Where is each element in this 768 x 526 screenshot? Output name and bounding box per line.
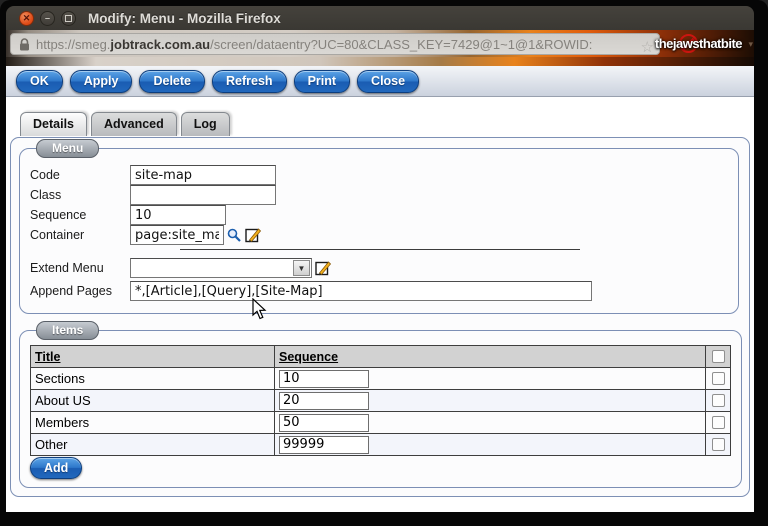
item-title: Other [31,434,275,456]
code-input[interactable] [130,165,276,185]
row-checkbox[interactable] [712,394,725,407]
tab-bar: Details Advanced Log [20,112,230,136]
container-search-icon[interactable] [227,228,242,243]
print-button[interactable]: Print [294,70,350,93]
sequence-row: Sequence [30,205,728,225]
window-maximize-icon[interactable] [61,11,76,26]
container-edit-icon[interactable] [245,227,261,243]
item-sequence-input[interactable] [279,392,369,410]
row-checkbox[interactable] [712,372,725,385]
code-row: Code [30,165,728,185]
bookmark-star-icon[interactable]: ☆ [641,38,654,55]
append-pages-input[interactable] [130,281,592,301]
window-titlebar: ✕ – Modify: Menu - Mozilla Firefox [6,6,754,30]
row-checkbox[interactable] [712,416,725,429]
window-title: Modify: Menu - Mozilla Firefox [88,11,281,26]
items-legend: Items [36,321,99,340]
container-row: Container [30,225,728,245]
title-column-header: Title [31,346,275,368]
details-panel: Menu Code Class Sequence Container [10,137,750,497]
extend-menu-row: Extend Menu ▼ [30,258,728,278]
add-button[interactable]: Add [30,457,82,479]
navigation-bar: https://smeg.jobtrack.com.au/screen/data… [6,30,754,57]
sequence-input[interactable] [130,205,226,225]
class-row: Class [30,185,728,205]
window-minimize-icon[interactable]: – [40,11,55,26]
table-row: Sections [31,368,731,390]
ok-button[interactable]: OK [16,70,63,93]
class-label: Class [30,188,130,202]
url-path: /screen/dataentry?UC=80&CLASS_KEY=7429@1… [210,37,592,52]
table-row: Other [31,434,731,456]
container-input[interactable] [130,225,224,245]
select-all-checkbox[interactable] [712,350,725,363]
container-label: Container [30,228,130,242]
extend-menu-edit-icon[interactable] [315,260,331,276]
tab-details[interactable]: Details [20,112,87,136]
url-bar[interactable]: https://smeg.jobtrack.com.au/screen/data… [10,33,660,55]
menu-section: Menu Code Class Sequence Container [19,148,739,314]
tab-advanced[interactable]: Advanced [91,112,177,136]
sequence-column-header: Sequence [275,346,706,368]
extend-menu-label: Extend Menu [30,261,130,275]
row-checkbox[interactable] [712,438,725,451]
sequence-label: Sequence [30,208,130,222]
section-divider [180,249,580,250]
table-row: About US [31,390,731,412]
append-pages-label: Append Pages [30,284,130,298]
item-sequence-input[interactable] [279,436,369,454]
firefox-window: ✕ – Modify: Menu - Mozilla Firefox https… [0,0,768,526]
append-pages-row: Append Pages [30,281,728,301]
urlbar-dropdown-icon[interactable]: ▾ [748,39,753,50]
persona-theme-strip [6,57,754,66]
extend-menu-select[interactable]: ▼ [130,258,312,278]
persona-text: thejawsthatbite [655,36,742,51]
apply-button[interactable]: Apply [70,70,133,93]
items-section: Items Title Sequence Sections About U [19,330,742,488]
page-content: Details Advanced Log Menu Code Class Seq… [6,97,754,512]
table-row: Members [31,412,731,434]
refresh-button[interactable]: Refresh [212,70,287,93]
url-domain: jobtrack.com.au [110,37,210,52]
lock-icon [19,38,30,51]
tab-log[interactable]: Log [181,112,230,136]
item-sequence-input[interactable] [279,370,369,388]
items-header-row: Title Sequence [31,346,731,368]
item-sequence-input[interactable] [279,414,369,432]
menu-legend: Menu [36,139,99,158]
url-scheme: https://smeg. [36,37,110,52]
items-table: Title Sequence Sections About US [30,345,731,456]
item-title: About US [31,390,275,412]
code-label: Code [30,168,130,182]
delete-button[interactable]: Delete [139,70,205,93]
item-title: Members [31,412,275,434]
close-button[interactable]: Close [357,70,419,93]
select-arrow-icon: ▼ [293,260,310,276]
window-close-icon[interactable]: ✕ [19,11,34,26]
item-title: Sections [31,368,275,390]
class-input[interactable] [130,185,276,205]
form-toolbar: OK Apply Delete Refresh Print Close [6,66,754,97]
